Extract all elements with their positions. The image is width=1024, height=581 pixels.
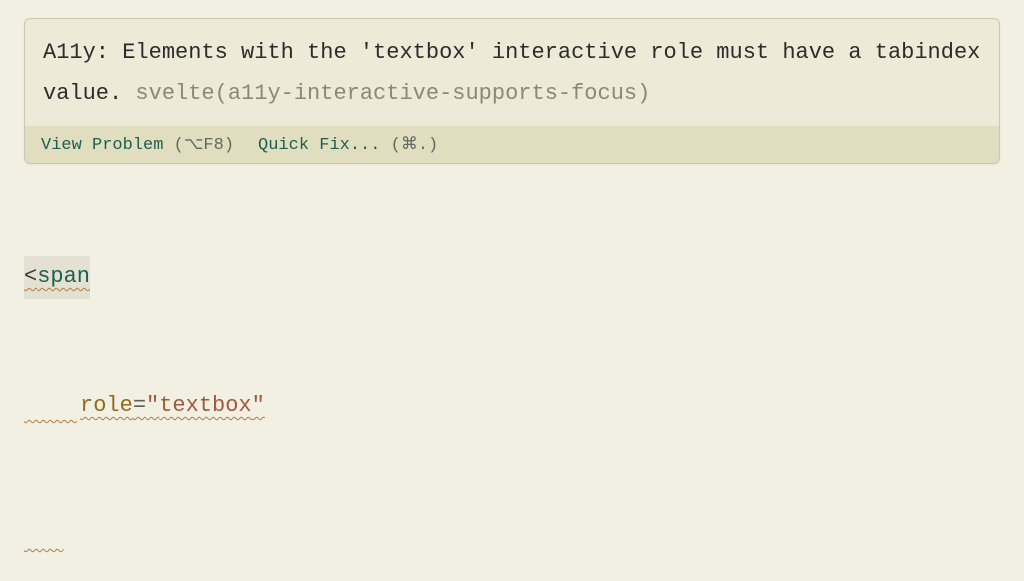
code-line: ___ xyxy=(24,514,1000,557)
view-problem-kbd: (⌥F8) xyxy=(174,136,234,155)
quick-fix-label: Quick Fix... xyxy=(258,136,380,155)
diagnostic-message: A11y: Elements with the 'textbox' intera… xyxy=(25,19,999,126)
editor-hover-region: A11y: Elements with the 'textbox' intera… xyxy=(0,0,1024,581)
code-line: <span xyxy=(24,256,1000,299)
quick-fix-kbd: (⌘.) xyxy=(391,136,439,155)
code-line: ____role="textbox" xyxy=(24,385,1000,428)
diagnostic-actions: View Problem (⌥F8) Quick Fix... (⌘.) xyxy=(25,126,999,163)
view-problem-action[interactable]: View Problem (⌥F8) xyxy=(41,134,234,155)
view-problem-label: View Problem xyxy=(41,136,163,155)
diagnostic-message-source: svelte(a11y-interactive-supports-focus) xyxy=(135,81,650,106)
diagnostic-tooltip: A11y: Elements with the 'textbox' intera… xyxy=(24,18,1000,164)
code-editor-snippet[interactable]: <span ____role="textbox" ___ ____content… xyxy=(24,170,1000,581)
quick-fix-action[interactable]: Quick Fix... (⌘.) xyxy=(258,134,438,155)
